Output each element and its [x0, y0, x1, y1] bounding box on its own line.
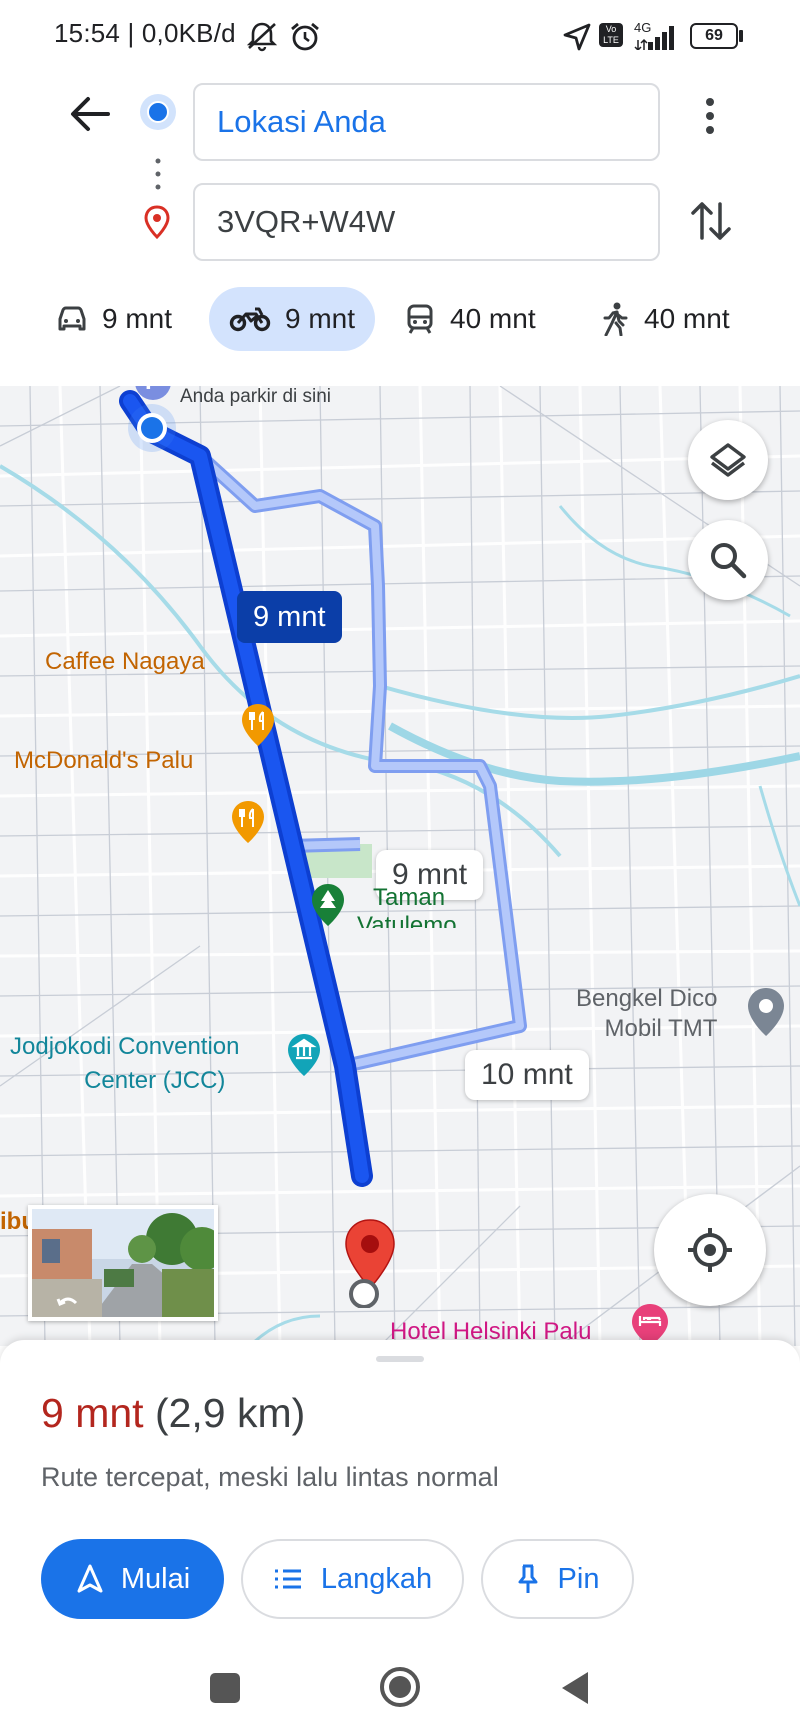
mode-car-chip[interactable]: 9 mnt — [56, 287, 172, 351]
destination-input[interactable]: 3VQR+W4W — [193, 183, 660, 261]
volte-icon: Vo LTE — [599, 23, 623, 47]
swap-icon[interactable] — [690, 198, 732, 244]
location-arrow-icon — [563, 23, 591, 51]
place-bengkel-label: Bengkel Dico Mobil TMT — [576, 984, 717, 1044]
place-caffee-label: Caffee Nagaya — [45, 648, 205, 675]
place-pin-icon[interactable] — [746, 986, 786, 1038]
landmark-pin-icon[interactable] — [286, 1032, 322, 1078]
alarm-icon — [291, 22, 319, 51]
more-options-icon[interactable] — [700, 94, 720, 138]
battery-level: 69 — [705, 27, 723, 44]
status-time: 15:54 | 0,0KB/d — [54, 18, 236, 48]
mode-transit-label: 40 mnt — [450, 303, 536, 334]
place-taman-line2: Vatulemo — [357, 912, 457, 928]
route-description: Rute tercepat, meski lalu lintas normal — [41, 1462, 499, 1492]
directions-header: Lokasi Anda 3VQR+W4W 9 mnt 9 mnt 40 mnt … — [0, 72, 800, 386]
place-jcc-line1: Jodjokodi Convention — [10, 1033, 240, 1060]
my-location-button[interactable] — [654, 1194, 766, 1306]
street-view-image — [32, 1209, 214, 1317]
home-button[interactable] — [378, 1665, 422, 1709]
mute-notification-icon — [246, 22, 278, 52]
steps-button-label: Langkah — [320, 1562, 433, 1595]
transit-icon — [407, 304, 433, 334]
origin-dot-icon — [140, 94, 176, 130]
place-taman-line1: Taman — [373, 884, 446, 911]
route-distance: (2,9 km) — [154, 1390, 306, 1436]
street-view-thumbnail[interactable] — [28, 1205, 218, 1321]
route-duration: 9 mnt — [41, 1390, 144, 1436]
place-jcc-label: Jodjokodi Convention Center (JCC) — [10, 1030, 240, 1098]
walk-icon — [603, 302, 628, 336]
parking-label: Anda parkir di sini — [180, 386, 332, 407]
steps-button[interactable]: Langkah — [241, 1539, 464, 1619]
mode-transit-chip[interactable]: 40 mnt — [404, 287, 536, 351]
layers-button[interactable] — [688, 420, 768, 500]
pin-button[interactable]: Pin — [481, 1539, 634, 1619]
mode-car-label: 9 mnt — [102, 303, 173, 334]
route-badge-alt2[interactable]: 10 mnt — [465, 1050, 589, 1100]
start-button[interactable]: Mulai — [41, 1539, 224, 1619]
place-taman-label: Taman Vatulemo — [357, 884, 473, 928]
car-icon — [58, 306, 86, 331]
route-badge-main[interactable]: 9 mnt — [237, 591, 342, 643]
motorcycle-icon — [229, 307, 271, 332]
restaurant-pin-icon[interactable] — [240, 702, 276, 748]
back-button[interactable] — [558, 1669, 592, 1707]
destination-marker-icon[interactable] — [342, 1218, 398, 1308]
battery-tip — [739, 30, 743, 42]
mode-walk-label: 40 mnt — [644, 303, 730, 334]
list-icon — [274, 1569, 301, 1589]
route-summary-sheet[interactable]: 9 mnt (2,9 km) Rute tercepat, meski lalu… — [0, 1340, 800, 1643]
place-bengkel-line2: Mobil TMT — [604, 1015, 718, 1042]
recents-button[interactable] — [210, 1673, 240, 1703]
battery-icon: 69 — [690, 23, 738, 49]
pin-button-label: Pin — [557, 1562, 600, 1595]
mode-walk-chip[interactable]: 40 mnt — [600, 287, 730, 351]
layers-icon — [710, 443, 746, 477]
start-button-label: Mulai — [120, 1562, 191, 1595]
signal-icon — [634, 26, 674, 50]
place-mcdonalds-label: McDonald's Palu — [14, 747, 194, 774]
sheet-drag-handle[interactable] — [376, 1356, 424, 1362]
place-jcc-line2: Center (JCC) — [84, 1067, 226, 1094]
system-nav-bar — [0, 1643, 800, 1733]
place-bengkel-line1: Bengkel Dico — [576, 985, 718, 1012]
destination-pin-icon — [144, 205, 170, 239]
search-button[interactable] — [688, 520, 768, 600]
origin-input[interactable]: Lokasi Anda — [193, 83, 660, 161]
crosshair-icon — [688, 1228, 732, 1272]
pin-icon — [518, 1564, 538, 1593]
back-arrow-icon[interactable] — [68, 94, 112, 134]
navigation-arrow-icon — [77, 1564, 103, 1593]
route-dots-icon — [155, 158, 161, 190]
map-view[interactable]: P Anda parkir di sini 9 mnt 9 mnt 10 mnt… — [0, 386, 800, 1346]
status-bar: 15:54 | 0,0KB/d Vo LTE 4G 69 — [0, 0, 800, 72]
route-duration-distance: 9 mnt (2,9 km) — [41, 1390, 305, 1437]
search-icon — [711, 543, 747, 579]
mode-motorcycle-label: 9 mnt — [285, 303, 356, 334]
park-pin-icon[interactable] — [310, 882, 346, 928]
restaurant-pin-icon[interactable] — [230, 799, 266, 845]
mode-motorcycle-chip[interactable]: 9 mnt — [209, 287, 376, 351]
